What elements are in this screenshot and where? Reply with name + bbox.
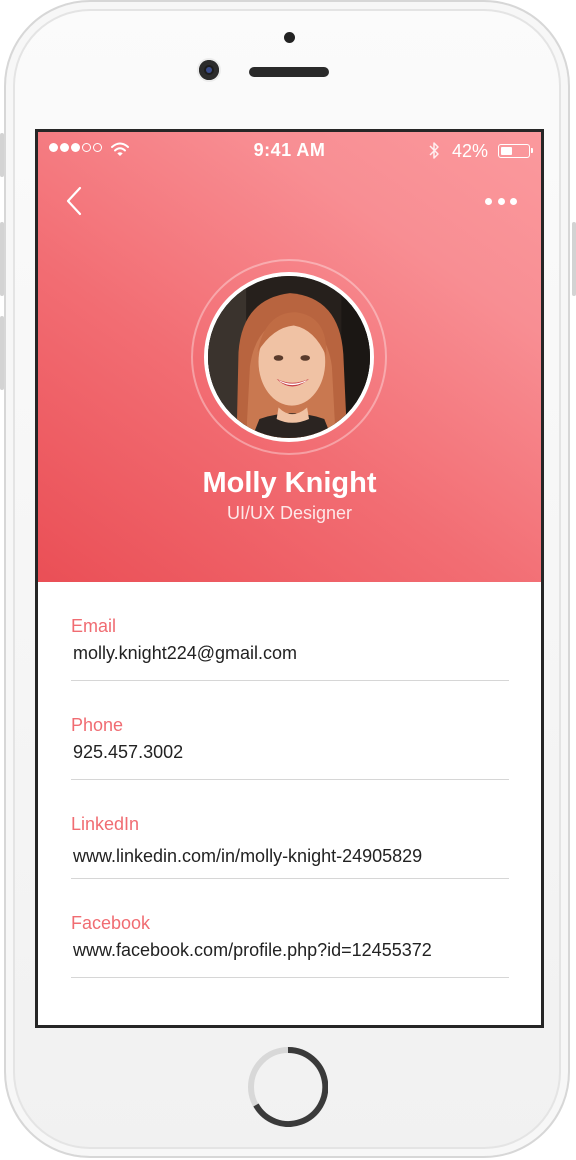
phone-field[interactable]: Phone 925.457.3002 [71, 681, 509, 780]
email-label: Email [71, 616, 117, 636]
profile-role: UI/UX Designer [226, 503, 353, 523]
battery-fill [501, 147, 512, 155]
profile-header: 9:41 AM 42% Molly Knight UI/UX Designer [38, 132, 541, 582]
phone-screen: 9:41 AM 42% Molly Knight UI/UX Designer … [35, 129, 544, 1028]
email-field[interactable]: Email molly.knight224@gmail.com [71, 582, 509, 681]
more-dot-icon [497, 197, 505, 205]
bluetooth-icon [429, 142, 439, 159]
profile-name: Molly Knight [202, 467, 377, 499]
front-camera [199, 60, 219, 80]
volume-up-button [0, 222, 4, 296]
home-button-ring-icon [253, 1047, 328, 1127]
facebook-label: Facebook [71, 913, 151, 933]
more-options-button[interactable] [485, 196, 517, 206]
avatar[interactable] [204, 272, 374, 442]
more-dot-icon [510, 197, 517, 205]
linkedin-label: LinkedIn [71, 814, 140, 834]
proximity-sensor [284, 32, 295, 43]
silent-switch [0, 133, 4, 177]
phone-value[interactable]: 925.457.3002 [73, 742, 183, 763]
battery-icon [498, 144, 533, 158]
facebook-field[interactable]: Facebook www.facebook.com/profile.php?id… [71, 879, 509, 978]
earpiece-speaker [249, 67, 329, 77]
email-value[interactable]: molly.knight224@gmail.com [73, 643, 297, 664]
facebook-value[interactable]: www.facebook.com/profile.php?id=12455372 [73, 940, 432, 961]
more-dot-icon [485, 197, 492, 205]
battery-percent: 42% [452, 141, 489, 161]
volume-down-button [0, 316, 4, 390]
linkedin-value[interactable]: www.linkedin.com/in/molly-knight-2490582… [73, 846, 422, 867]
linkedin-field[interactable]: LinkedIn www.linkedin.com/in/molly-knigh… [71, 780, 509, 879]
back-button[interactable] [62, 184, 86, 218]
avatar-photo [208, 276, 370, 438]
phone-label: Phone [71, 715, 124, 735]
power-button [572, 222, 576, 296]
status-bar: 9:41 AM 42% [38, 132, 541, 170]
divider [71, 977, 509, 978]
